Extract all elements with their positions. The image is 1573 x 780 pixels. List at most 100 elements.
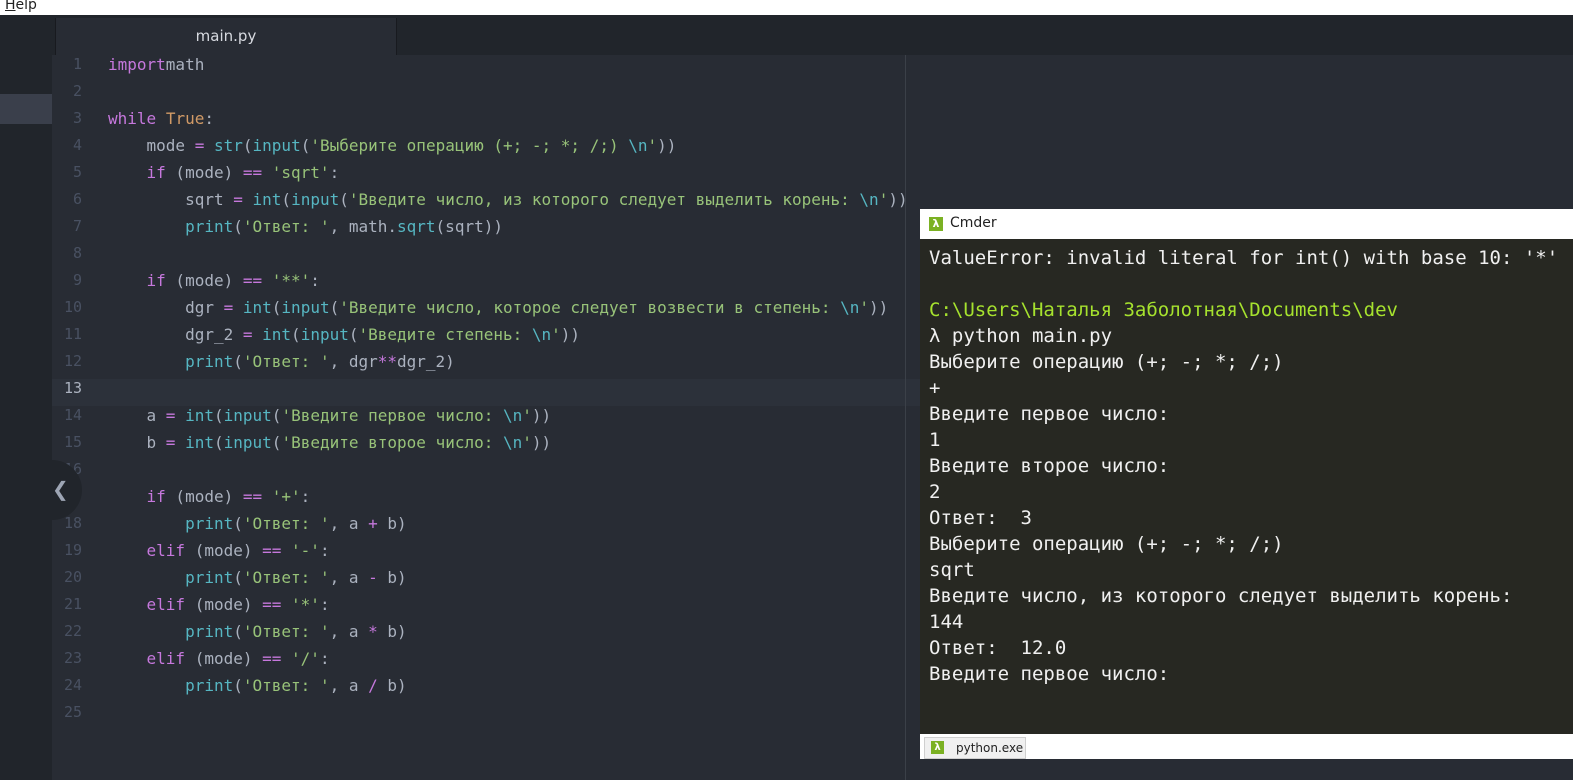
code-token: ( — [213, 406, 224, 425]
code-token: / — [368, 676, 378, 695]
code-token: 'Введите число, из которого следует выде… — [348, 190, 860, 209]
console-line: 144 — [929, 611, 964, 633]
console-title-bar[interactable]: λ Cmder — [920, 209, 1573, 239]
lambda-icon: λ — [929, 217, 943, 231]
code-token: = — [233, 190, 243, 209]
code-line[interactable]: 5 if (mode) == 'sqrt': — [52, 163, 1573, 190]
code-token: (mode) — [185, 649, 263, 668]
line-number: 14 — [63, 406, 82, 424]
code-token: '+' — [271, 487, 301, 506]
code-token: print — [185, 676, 234, 695]
code-token: dgr_2 — [108, 325, 243, 344]
code-line[interactable]: 4 mode = str(input('Выберите операцию (+… — [52, 136, 1573, 163]
code-token: \n — [503, 433, 523, 452]
code-token: ( — [242, 136, 253, 155]
code-token: == — [242, 487, 263, 506]
line-number: 19 — [63, 541, 82, 559]
line-text: if (mode) == 'sqrt': — [108, 163, 340, 182]
line-number: 11 — [63, 325, 82, 343]
code-token: b) — [377, 676, 407, 695]
code-token: ' — [551, 325, 561, 344]
code-token: (mode) — [165, 163, 243, 182]
code-token: 'Введите степень: — [358, 325, 532, 344]
code-token: : — [319, 541, 330, 560]
cmder-console-window[interactable]: λ Cmder ValueError: invalid literal for … — [920, 209, 1573, 759]
console-tab-python-exe[interactable]: λ python.exe — [924, 737, 1026, 759]
line-text: b = int(input('Введите вторoе число: \n'… — [108, 433, 552, 452]
code-token: )) — [657, 136, 677, 155]
code-token: sqrt — [108, 190, 234, 209]
line-number: 24 — [63, 676, 82, 694]
code-token: )) — [869, 298, 889, 317]
line-text: print('Ответ: ', math.sqrt(sqrt)) — [108, 217, 503, 236]
code-token: b) — [377, 622, 407, 641]
code-token: , a — [329, 676, 369, 695]
line-number: 8 — [72, 244, 82, 262]
tab-main-py[interactable]: main.py — [55, 18, 397, 55]
code-token: input — [223, 406, 272, 425]
code-token: True — [165, 109, 205, 128]
code-token: : — [329, 163, 340, 182]
code-token: ** — [377, 352, 398, 371]
code-token: ( — [329, 298, 340, 317]
code-token: \n — [503, 406, 523, 425]
code-token: - — [368, 568, 378, 587]
wrap-guide — [905, 55, 906, 780]
console-line: 1 — [929, 429, 941, 451]
line-text: dgr = int(input('Введите число, которое … — [108, 298, 888, 317]
code-token: while — [108, 109, 157, 128]
code-token: ( — [233, 514, 243, 533]
code-token: ( — [271, 298, 282, 317]
code-line[interactable]: 2 — [52, 82, 1573, 109]
line-text: print('Ответ: ', dgr**dgr_2) — [108, 352, 455, 371]
line-number: 3 — [72, 109, 82, 127]
code-token: : — [300, 487, 311, 506]
code-token: str — [213, 136, 243, 155]
line-text: elif (mode) == '/': — [108, 649, 330, 668]
menu-help-label: elp — [15, 0, 37, 13]
menu-help[interactable]: Help — [5, 0, 37, 13]
line-number: 13 — [63, 379, 82, 397]
code-token: ' — [878, 190, 889, 209]
code-token: : — [319, 595, 330, 614]
console-prompt-path: C:\Users\Наталья Заболотная\Documents\de… — [929, 299, 1398, 321]
code-token: ' — [522, 406, 532, 425]
console-line: Выберите операцию (+; -; *; /;) — [929, 533, 1284, 555]
code-token: input — [252, 136, 301, 155]
code-line[interactable]: 1 importmath — [52, 55, 1573, 82]
console-line: ValueError: invalid literal for int() wi… — [929, 247, 1559, 269]
code-token: (sqrt)) — [435, 217, 503, 236]
line-number: 1 — [72, 55, 82, 73]
console-line: Введите первое число: — [929, 403, 1170, 425]
code-token: if — [146, 271, 166, 290]
code-token: \n — [628, 136, 648, 155]
code-token: 'Ответ: ' — [242, 352, 330, 371]
code-token: , a — [329, 514, 369, 533]
code-token: 'Ответ: ' — [242, 514, 330, 533]
code-token: = — [165, 406, 176, 425]
line-number: 9 — [72, 271, 82, 289]
console-line: Введите число, из которого следует выдел… — [929, 585, 1513, 607]
console-output[interactable]: ValueError: invalid literal for int() wi… — [929, 247, 1569, 689]
code-token: 'Ответ: ' — [242, 568, 330, 587]
tree-view-selected-item[interactable] — [0, 94, 52, 124]
code-token: == — [262, 649, 282, 668]
code-token: dgr_2) — [397, 352, 455, 371]
line-number: 10 — [63, 298, 82, 316]
code-token: ( — [271, 433, 282, 452]
code-token: \n — [859, 190, 879, 209]
code-line[interactable]: 3 while True: — [52, 109, 1573, 136]
tree-view-panel[interactable] — [0, 15, 52, 780]
code-token: input — [291, 190, 340, 209]
code-token: == — [262, 595, 282, 614]
